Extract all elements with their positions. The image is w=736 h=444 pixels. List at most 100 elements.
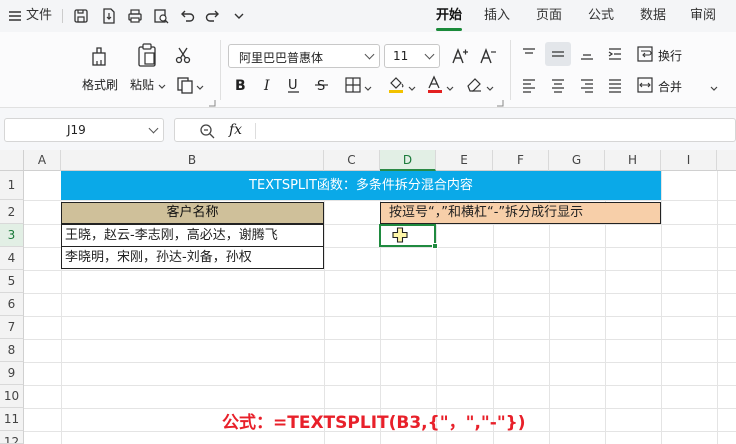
svg-text:S: S [317,79,325,94]
format-painter-icon[interactable] [88,44,110,68]
copy-icon[interactable] [176,76,194,94]
font-launcher-icon[interactable] [496,96,504,107]
customer-cell-b4[interactable]: 李晓明，宋刚，孙达-刘备，孙权 [61,246,324,269]
column-header-b[interactable]: B [61,150,324,171]
cell-reference: J19 [67,123,86,137]
select-all-corner[interactable] [0,150,24,171]
paste-icon[interactable] [136,42,158,68]
menu-icon[interactable] [6,7,24,25]
font-size-select[interactable]: 11 [384,44,440,68]
clear-format-icon[interactable] [464,74,484,94]
redo-icon[interactable] [204,7,222,25]
fill-color-icon[interactable] [386,74,406,94]
row-header-1[interactable]: 1 [0,171,24,200]
row-header-8[interactable]: 8 [0,339,24,362]
row-header-2[interactable]: 2 [0,200,24,224]
formula-input[interactable]: fx [174,118,736,142]
italic-icon[interactable]: I [260,76,276,94]
column-header-e[interactable]: E [436,150,493,171]
paste-label[interactable]: 粘贴 [130,76,154,93]
underline-icon[interactable]: U [286,76,302,94]
row-header-5[interactable]: 5 [0,270,24,293]
chevron-down-icon[interactable] [364,82,372,91]
svg-text:I: I [263,78,270,94]
bold-icon[interactable]: B [232,76,248,94]
align-right-icon[interactable] [578,76,596,94]
print-preview-icon[interactable] [152,7,170,25]
formula-caption: 公式：=TEXTSPLIT(B3,{"，","-"}) [222,413,526,433]
tab-formula[interactable]: 公式 [588,0,614,32]
chevron-down-icon[interactable] [486,82,494,91]
row-header-6[interactable]: 6 [0,293,24,316]
row-header-7[interactable]: 7 [0,316,24,339]
font-family-select[interactable]: 阿里巴巴普惠体 [228,44,380,68]
gridline [324,171,325,444]
fill-handle[interactable] [432,243,438,249]
chevron-down-icon[interactable] [230,7,248,25]
cut-icon[interactable] [174,46,192,64]
merge-label[interactable]: 合并 [658,78,682,95]
chevron-down-icon[interactable] [446,82,454,91]
strikethrough-icon[interactable]: S [314,76,330,94]
tab-data[interactable]: 数据 [640,0,666,32]
decrease-font-icon[interactable] [478,46,498,66]
row-header-10[interactable]: 10 [0,385,24,408]
menu-bar: 文件 开始 插入 页面 公式 数据 审阅 [0,0,736,32]
tab-review[interactable]: 审阅 [690,0,716,32]
customer-name-header[interactable]: 客户名称 [61,202,324,224]
row-header-9[interactable]: 9 [0,362,24,385]
align-bottom-icon[interactable] [578,45,596,63]
merge-icon[interactable] [636,76,654,94]
function-icon[interactable]: fx [229,122,242,138]
indent-icon[interactable] [606,45,624,63]
row-header-11[interactable]: 11 [0,408,24,431]
align-center-icon[interactable] [549,76,567,94]
gridline [661,171,662,444]
ribbon: 格式刷 粘贴 阿里巴巴普惠体 11 B I U S 换行 合并 [0,32,736,108]
align-left-icon[interactable] [520,76,538,94]
column-header-f[interactable]: F [493,150,549,171]
zoom-icon[interactable] [199,123,215,139]
gridline [717,171,718,444]
column-header-j[interactable] [717,150,736,171]
name-box[interactable]: J19 [4,118,164,142]
divider [510,40,511,100]
clipboard-launcher-icon[interactable] [208,96,216,107]
save-icon[interactable] [72,7,90,25]
tab-page[interactable]: 页面 [536,0,562,32]
font-color-icon[interactable] [426,74,444,94]
chevron-down-icon[interactable] [196,81,204,90]
row-header-4[interactable]: 4 [0,247,24,270]
file-menu[interactable]: 文件 [26,0,52,32]
increase-font-icon[interactable] [450,46,470,66]
undo-icon[interactable] [178,7,196,25]
column-header-g[interactable]: G [549,150,605,171]
column-header-c[interactable]: C [324,150,380,171]
export-pdf-icon[interactable] [100,7,118,25]
chevron-down-icon[interactable] [158,80,166,89]
column-header-h[interactable]: H [605,150,661,171]
tab-insert[interactable]: 插入 [484,0,510,32]
sheet-title-cell[interactable]: TEXTSPLIT函数：多条件拆分混合内容 [61,171,661,200]
justify-icon[interactable] [606,76,624,94]
format-painter-label[interactable]: 格式刷 [82,76,118,93]
borders-icon[interactable] [344,76,362,94]
split-header-cell[interactable]: 按逗号“，”和横杠“-”拆分成行显示 [380,202,661,224]
print-icon[interactable] [126,7,144,25]
chevron-down-icon [424,49,435,60]
column-header-d[interactable]: D [380,150,436,171]
chevron-down-icon[interactable] [710,82,718,91]
row-header-12[interactable]: 12 [0,431,24,444]
chevron-down-icon[interactable] [408,82,416,91]
align-middle-icon[interactable] [549,45,567,63]
svg-text:U: U [288,78,298,93]
customer-cell-b3[interactable]: 王晓，赵云-李志刚，高必达，谢腾飞 [61,224,324,247]
column-header-a[interactable]: A [24,150,61,171]
divider [62,9,63,23]
chevron-down-icon [364,49,375,60]
wrap-text-label[interactable]: 换行 [658,47,682,64]
align-top-icon[interactable] [520,45,538,63]
row-header-3[interactable]: 3 [0,224,24,247]
wrap-text-icon[interactable] [636,45,654,63]
column-header-i[interactable]: I [661,150,717,171]
